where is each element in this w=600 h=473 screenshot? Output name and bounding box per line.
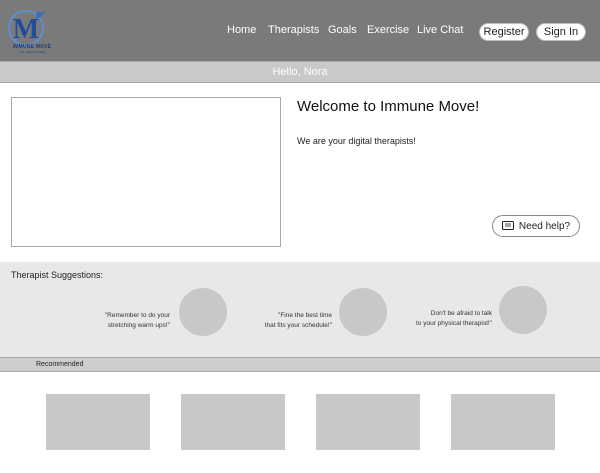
chat-icon (501, 221, 514, 230)
nav-therapists[interactable]: Therapists (268, 24, 319, 36)
nav-exercise[interactable]: Exercise (367, 24, 409, 36)
therapist-avatar-1[interactable] (179, 288, 227, 336)
hero-media-placeholder (11, 97, 281, 247)
suggestion-2-line1: "Fine the best time (278, 312, 332, 319)
suggestion-quote-1: "Remember to do your stretching warm ups… (90, 311, 170, 331)
nav-home[interactable]: Home (227, 24, 256, 36)
greeting-text: Hello, Nora (272, 66, 328, 78)
register-button[interactable]: Register (479, 23, 529, 41)
recommended-card-3[interactable] (316, 394, 420, 450)
recommended-bar (0, 357, 600, 372)
nav-goals[interactable]: Goals (328, 24, 357, 36)
svg-text:M: M (13, 14, 39, 45)
need-help-label: Need help? (518, 220, 571, 232)
recommended-card-2[interactable] (181, 394, 285, 450)
nav-live-chat[interactable]: Live Chat (417, 24, 463, 36)
suggestion-3-line2: to your physical therapist!" (415, 320, 492, 327)
therapist-avatar-2[interactable] (339, 288, 387, 336)
suggestion-1-line1: "Remember to do your (104, 312, 170, 319)
suggestion-2-line2: that fits your schedule!" (264, 322, 332, 329)
suggestion-3-line1: Don't be afraid to talk (430, 310, 492, 317)
page-title: Welcome to Immune Move! (297, 98, 480, 115)
suggestion-1-line2: stretching warm ups!" (107, 322, 170, 329)
page-subtitle: We are your digital therapists! (297, 136, 416, 146)
suggestion-quote-3: Don't be afraid to talk to your physical… (405, 309, 492, 329)
logo-icon: M (8, 10, 45, 46)
recommended-card-4[interactable] (451, 394, 555, 450)
logo-subtext: Your digital therapist (18, 50, 46, 54)
need-help-button[interactable]: Need help? (492, 215, 580, 237)
recommended-card-1[interactable] (46, 394, 150, 450)
sign-in-button[interactable]: Sign In (536, 23, 586, 41)
suggestions-title: Therapist Suggestions: (11, 270, 104, 280)
therapist-avatar-3[interactable] (499, 286, 547, 334)
recommended-label: Recommended (36, 361, 84, 368)
suggestion-quote-2: "Fine the best time that fits your sched… (250, 311, 332, 331)
greeting-bar: Hello, Nora (0, 61, 600, 83)
